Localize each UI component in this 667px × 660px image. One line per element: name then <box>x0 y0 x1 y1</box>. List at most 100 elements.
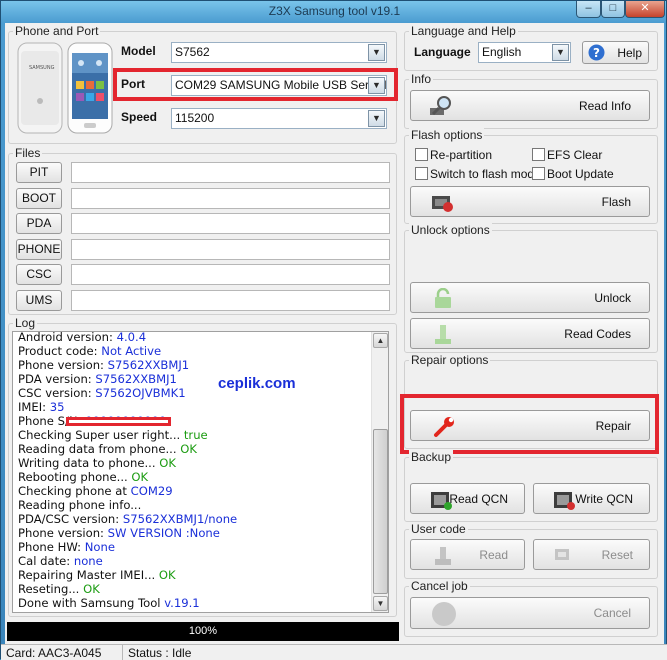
help-button[interactable]: ? Help <box>582 41 649 64</box>
log-line-value: 35 <box>49 400 65 414</box>
scroll-down-icon[interactable]: ▼ <box>373 596 388 611</box>
port-value: COM29 SAMSUNG Mobile USB Serial Port <box>175 78 387 92</box>
efs-clear-checkbox[interactable]: EFS Clear <box>532 148 602 162</box>
repair-label: Repair <box>595 418 631 433</box>
language-select[interactable]: English ▼ <box>478 42 571 63</box>
file-button-phone[interactable]: PHONE <box>16 238 62 260</box>
file-path-phone[interactable] <box>71 238 390 260</box>
file-button-boot[interactable]: BOOT <box>16 187 62 209</box>
log-line-label: IMEI: <box>18 400 50 414</box>
file-path-boot[interactable] <box>71 187 390 209</box>
info-group-label: Info <box>409 72 434 86</box>
log-line: Reading data from phone... OK <box>18 442 197 456</box>
chip-write-icon <box>552 489 576 514</box>
log-line: IMEI: 35 <box>18 400 65 414</box>
log-panel[interactable]: Android version: 4.0.4 Product code: Not … <box>12 331 389 613</box>
log-line-label: Cal date: <box>18 554 74 568</box>
log-line-value: OK <box>158 568 176 582</box>
log-line: Rebooting phone... OK <box>18 470 148 484</box>
file-path-ums[interactable] <box>71 290 390 311</box>
help-label: Help <box>617 45 642 60</box>
log-line-label: Rebooting phone... <box>18 470 132 484</box>
log-line-value: none <box>73 554 103 568</box>
main-panel: Phone and Port SAMSUNG Model S7562 ▼ Por… <box>1 23 667 660</box>
repartition-checkbox[interactable]: Re-partition <box>415 148 492 162</box>
file-button-pit[interactable]: PIT <box>16 162 62 183</box>
read-user-code-button[interactable]: Read <box>410 539 525 570</box>
chevron-down-icon[interactable]: ▼ <box>368 110 385 127</box>
log-line: Android version: 4.0.4 <box>18 331 147 344</box>
read-qcn-button[interactable]: Read QCN <box>410 483 525 514</box>
log-line: Reseting... OK <box>18 582 100 596</box>
log-line-label: Reading data from phone... <box>18 442 181 456</box>
log-line-value: S7562XXBMJ1 <box>95 372 177 386</box>
read-user-icon <box>433 545 453 570</box>
read-info-button[interactable]: Read Info <box>410 90 650 121</box>
file-button-csc[interactable]: CSC <box>16 264 62 286</box>
file-path-pda[interactable] <box>71 213 390 235</box>
log-line-label: Product code: <box>18 344 102 358</box>
read-info-label: Read Info <box>578 98 631 113</box>
boot-update-label: Boot Update <box>547 167 614 181</box>
repair-button[interactable]: Repair <box>410 410 650 441</box>
log-line-value: OK <box>131 470 149 484</box>
file-path-pit[interactable] <box>71 162 390 183</box>
phone-brand-text: SAMSUNG <box>29 65 55 71</box>
efs-clear-label: EFS Clear <box>547 148 603 162</box>
chevron-down-icon[interactable]: ▼ <box>552 44 569 61</box>
boot-update-checkbox[interactable]: Boot Update <box>532 167 614 181</box>
write-qcn-button[interactable]: Write QCN <box>533 483 650 514</box>
log-line-label: CSC version: <box>18 386 96 400</box>
wrench-icon <box>433 416 457 441</box>
watermark-text: ceplik.com <box>218 375 296 392</box>
repartition-label: Re-partition <box>430 148 493 162</box>
minimize-button[interactable]: – <box>576 1 601 18</box>
log-line-value: OK <box>83 582 100 596</box>
log-line-label: Android version: <box>18 331 117 344</box>
log-scrollbar[interactable]: ▲ ▼ <box>371 332 388 612</box>
model-label: Model <box>121 44 156 58</box>
chevron-down-icon[interactable]: ▼ <box>368 44 385 61</box>
read-codes-icon <box>433 324 453 349</box>
cancel-icon <box>431 601 457 630</box>
log-line: Reading phone info... <box>18 498 141 512</box>
log-line-label: PDA/CSC version: <box>18 512 123 526</box>
read-qcn-label: Read QCN <box>449 491 508 506</box>
close-button[interactable]: ✕ <box>625 1 665 18</box>
reset-user-code-label: Reset <box>601 547 633 562</box>
maximize-button[interactable]: □ <box>601 1 625 18</box>
log-line: Product code: Not Active <box>18 344 161 358</box>
magnifier-icon <box>429 95 455 120</box>
switch-flash-mode-checkbox[interactable]: Switch to flash mode <box>415 167 541 181</box>
model-select[interactable]: S7562 ▼ <box>171 42 387 63</box>
log-line-label: Phone version: <box>18 358 108 372</box>
log-line-label: Reading phone info... <box>18 498 142 512</box>
log-line-value: 4.0.4 <box>116 331 147 344</box>
cancel-button[interactable]: Cancel <box>410 597 650 629</box>
flash-button[interactable]: Flash <box>410 186 650 217</box>
file-button-ums[interactable]: UMS <box>16 290 62 311</box>
log-line-value: OK <box>159 456 176 470</box>
read-codes-label: Read Codes <box>564 326 631 341</box>
unlock-label: Unlock <box>594 290 631 305</box>
svg-text:?: ? <box>593 46 600 60</box>
title-bar[interactable]: Z3X Samsung tool v19.1 – □ ✕ <box>1 1 667 23</box>
file-path-csc[interactable] <box>71 264 390 286</box>
file-button-pda[interactable]: PDA <box>16 213 62 235</box>
write-qcn-label: Write QCN <box>575 491 633 506</box>
speed-select[interactable]: 115200 ▼ <box>171 108 387 129</box>
reset-user-code-button[interactable]: Reset <box>533 539 650 570</box>
log-line: Checking phone at COM29 <box>18 484 173 498</box>
port-select[interactable]: COM29 SAMSUNG Mobile USB Serial Port ▼ <box>171 75 387 96</box>
log-line: PDA version: S7562XXBMJ1 <box>18 372 177 386</box>
read-codes-button[interactable]: Read Codes <box>410 318 650 349</box>
unlock-button[interactable]: Unlock <box>410 282 650 313</box>
log-line: Writing data to phone... OK <box>18 456 176 470</box>
log-line-label: Writing data to phone... <box>18 456 160 470</box>
model-value: S7562 <box>175 45 210 59</box>
scroll-up-icon[interactable]: ▲ <box>373 333 388 348</box>
log-line-value: COM29 <box>130 484 173 498</box>
scroll-thumb[interactable] <box>373 429 388 594</box>
log-line: Phone HW: None <box>18 540 115 554</box>
chevron-down-icon[interactable]: ▼ <box>368 77 385 94</box>
